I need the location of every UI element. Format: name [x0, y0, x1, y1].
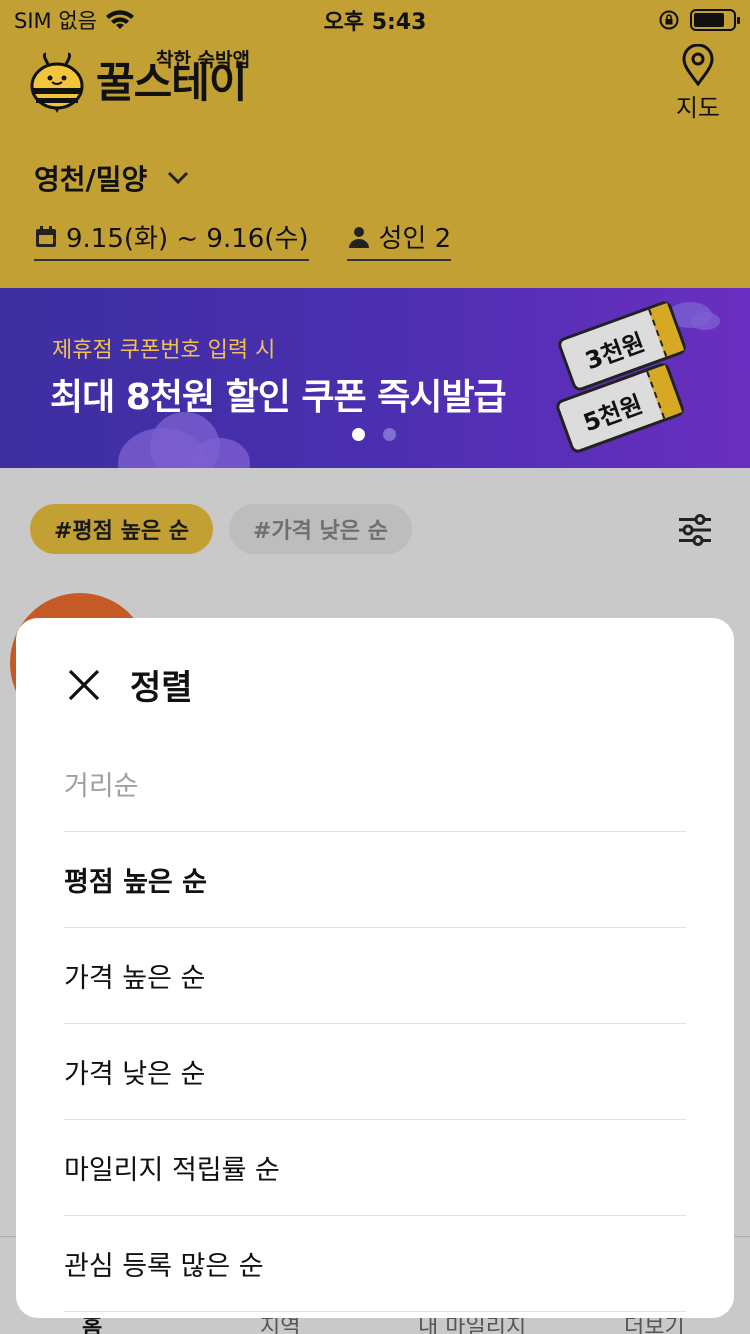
chevron-down-icon: [168, 171, 189, 185]
ticket-label: 5천원: [579, 389, 647, 437]
wifi-icon: [105, 10, 134, 29]
sort-option-price-high[interactable]: 가격 높은 순: [64, 928, 686, 1024]
battery-icon: [690, 9, 740, 31]
map-pin-icon: [682, 44, 714, 86]
map-label: 지도: [675, 94, 720, 122]
app-logo: 착한 숙박앱 꿀스테이: [30, 49, 250, 114]
sheet-title: 정렬: [130, 668, 193, 708]
promo-banner[interactable]: 제휴점 쿠폰번호 입력 시 최대 8천원 할인 쿠폰 즉시발급 3천원 5천원: [0, 288, 750, 468]
region-selector[interactable]: 영천/밀양: [34, 158, 189, 198]
app-header: 착한 숙박앱 꿀스테이 지도 영천/밀양 9.15(화) ~ 9.16(수) 성…: [0, 40, 750, 288]
filter-sliders-icon[interactable]: [678, 514, 712, 546]
page-dot-active[interactable]: [352, 428, 365, 441]
date-selector[interactable]: 9.15(화) ~ 9.16(수): [34, 218, 309, 261]
map-button[interactable]: 지도: [676, 44, 720, 123]
region-label: 영천/밀양: [34, 163, 148, 196]
bee-logo-icon: [30, 52, 84, 113]
sort-option-rating-high[interactable]: 평점 높은 순: [64, 832, 686, 928]
tag-price-low[interactable]: #가격 낮은 순: [228, 504, 412, 554]
sort-option-mileage-rate[interactable]: 마일리지 적립률 순: [64, 1120, 686, 1216]
calendar-icon: [36, 225, 56, 247]
guest-selector[interactable]: 성인 2: [346, 218, 452, 261]
page-dot[interactable]: [383, 428, 396, 441]
sort-sheet: 정렬 거리순 평점 높은 순 가격 높은 순 가격 낮은 순 마일리지 적립률 …: [16, 618, 734, 1318]
sort-option-distance[interactable]: 거리순: [64, 736, 686, 832]
carrier-label: SIM 없음: [14, 9, 97, 33]
ticket-label: 3천원: [581, 327, 649, 375]
rotation-lock-icon: [659, 10, 679, 30]
tag-rating-high[interactable]: #평점 높은 순: [30, 504, 213, 554]
sort-tags: #평점 높은 순 #가격 낮은 순: [30, 504, 412, 554]
sort-option-most-favorited[interactable]: 관심 등록 많은 순: [64, 1216, 686, 1312]
guest-count: 성인 2: [378, 224, 452, 254]
status-bar: SIM 없음 오후 5:43: [0, 0, 750, 40]
banner-subtitle: 제휴점 쿠폰번호 입력 시: [52, 338, 276, 363]
banner-title: 최대 8천원 할인 쿠폰 즉시발급: [50, 377, 507, 418]
sort-option-price-low[interactable]: 가격 낮은 순: [64, 1024, 686, 1120]
close-icon[interactable]: [66, 667, 102, 703]
logo-tagline: 착한 숙박앱: [156, 49, 251, 71]
banner-pagination: [352, 428, 396, 441]
date-range: 9.15(화) ~ 9.16(수): [66, 224, 309, 254]
person-icon: [348, 226, 369, 248]
